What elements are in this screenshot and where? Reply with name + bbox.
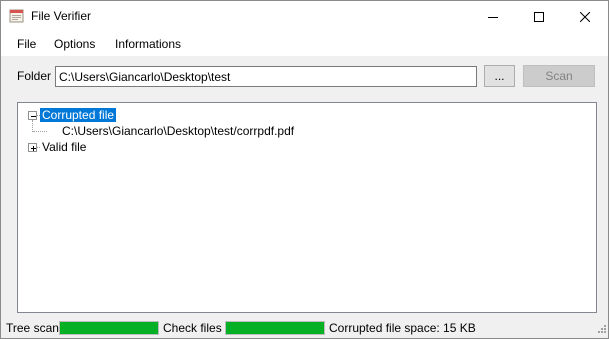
corrupted-space-text: Corrupted file space: 15 KB	[329, 321, 476, 335]
results-tree[interactable]: Corrupted file C:\Users\Giancarlo\Deskto…	[17, 102, 597, 313]
minimize-icon	[488, 12, 498, 22]
tree-scan-progress-fill	[60, 322, 158, 334]
tree-connector	[33, 131, 47, 132]
folder-label: Folder	[17, 69, 52, 83]
menu-file[interactable]: File	[17, 37, 36, 51]
tree-node-corrupted[interactable]: Corrupted file	[40, 108, 117, 122]
tree-node-corrupted-file-path[interactable]: C:\Users\Giancarlo\Desktop\test/corrpdf.…	[62, 124, 294, 138]
window-title: File Verifier	[31, 9, 92, 23]
resize-grip-icon[interactable]	[596, 322, 606, 336]
tree-node-valid[interactable]: Valid file	[42, 140, 86, 154]
folder-path-input[interactable]	[55, 66, 477, 87]
maximize-icon	[534, 11, 544, 22]
check-files-progress-bar	[225, 321, 325, 335]
close-button[interactable]	[562, 1, 608, 32]
tree-scan-label: Tree scan	[6, 321, 59, 335]
file-verifier-app-icon	[9, 9, 24, 23]
check-files-progress-fill	[226, 322, 324, 334]
collapse-toggle[interactable]	[28, 111, 37, 120]
expand-toggle[interactable]	[28, 143, 37, 152]
check-files-label: Check files	[163, 321, 222, 335]
status-bar: Tree scan Check files Corrupted file spa…	[1, 317, 608, 338]
menu-options[interactable]: Options	[54, 37, 95, 51]
maximize-button[interactable]	[516, 1, 562, 32]
scan-button[interactable]: Scan	[523, 65, 595, 87]
menu-bar: File Options Informations	[1, 32, 608, 56]
close-icon	[580, 11, 590, 22]
tree-scan-progress-bar	[59, 321, 159, 335]
browse-button[interactable]: ...	[484, 65, 515, 87]
menu-informations[interactable]: Informations	[115, 37, 181, 51]
file-verifier-window: File Verifier File Options Informations …	[0, 0, 609, 339]
minimize-button[interactable]	[470, 1, 516, 32]
title-bar[interactable]: File Verifier	[1, 1, 608, 32]
